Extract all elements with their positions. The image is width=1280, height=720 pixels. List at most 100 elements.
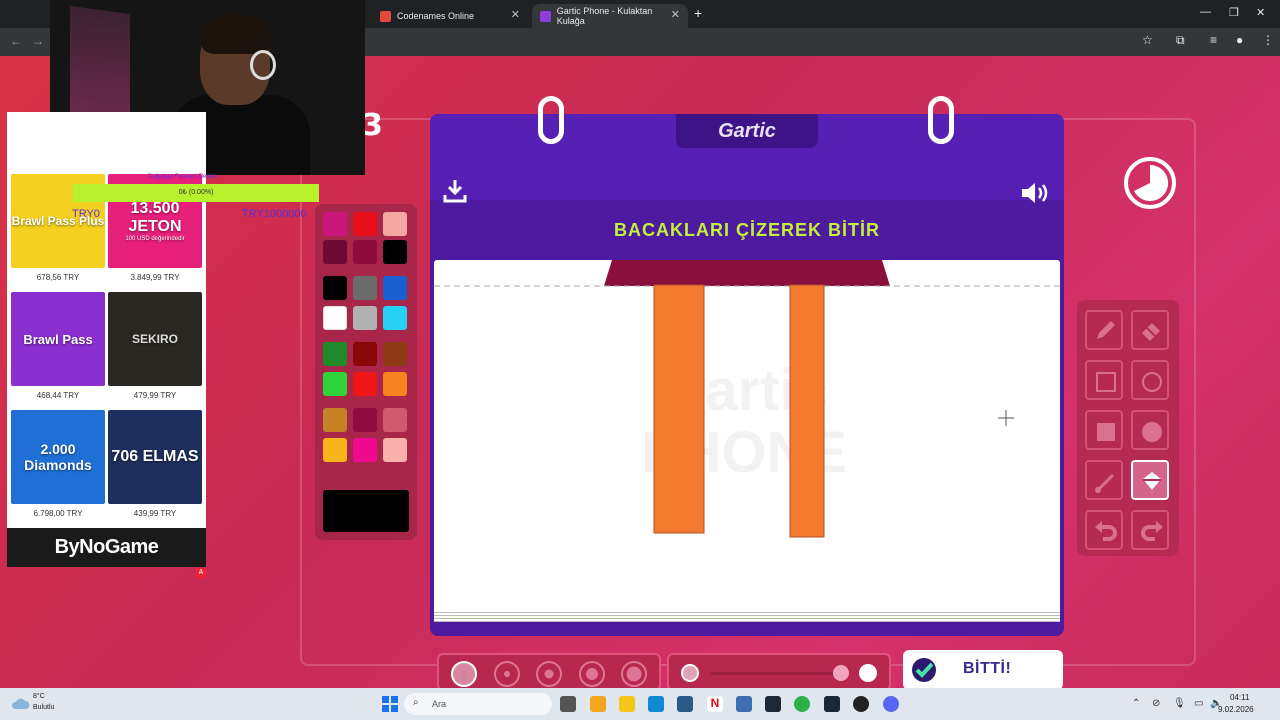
line-tool[interactable] (1085, 460, 1123, 500)
redo-tool[interactable] (1131, 510, 1169, 550)
color-swatch[interactable] (323, 438, 347, 462)
copilot-icon[interactable] (590, 696, 606, 712)
netflix-icon[interactable]: N (707, 696, 723, 712)
color-swatch[interactable] (383, 372, 407, 396)
app-icon[interactable] (736, 696, 752, 712)
ad-panel[interactable]: Brawl Pass Plus 678,56 TRY 13.500 JETON 1… (7, 112, 206, 567)
extensions-icon[interactable]: ⧉ (1176, 33, 1185, 48)
drawing-canvas[interactable]: Gartic PHONE (434, 260, 1060, 620)
weather-desc: Bulutlu (33, 704, 55, 711)
brush-size-4-button[interactable] (578, 661, 605, 687)
tray-display-icon[interactable]: ▭ (1194, 698, 1203, 709)
tab-close-icon[interactable]: ✕ (511, 8, 520, 21)
color-swatch[interactable] (353, 306, 377, 330)
pencil-tool[interactable] (1085, 310, 1123, 350)
ellipse-outline-tool[interactable] (1131, 360, 1169, 400)
brush-size-dot (544, 669, 554, 679)
discord-icon[interactable] (883, 696, 899, 712)
undo-tool[interactable] (1085, 510, 1123, 550)
ad-item[interactable]: Brawl Pass 468,44 TRY (11, 292, 105, 400)
tray-network-icon[interactable]: ⊘ (1152, 698, 1160, 709)
opacity-slider-track[interactable] (711, 672, 841, 675)
ad-item[interactable]: 706 ELMAS 439,99 TRY (108, 410, 202, 518)
color-swatch[interactable] (323, 276, 347, 300)
color-swatch[interactable] (323, 240, 347, 264)
tab-gartic-phone[interactable]: Gartic Phone - Kulaktan Kulağa ✕ (532, 4, 688, 28)
color-swatch[interactable] (323, 306, 347, 330)
color-swatch[interactable] (383, 306, 407, 330)
tool-panel (1077, 300, 1179, 556)
back-icon[interactable]: ← (10, 34, 22, 48)
color-swatch[interactable] (353, 372, 377, 396)
color-swatch[interactable] (353, 408, 377, 432)
opacity-slider-thumb[interactable] (833, 665, 849, 681)
fill-bucket-tool[interactable] (1131, 460, 1169, 500)
color-swatch[interactable] (353, 212, 377, 236)
color-swatch[interactable] (383, 212, 407, 236)
taskbar-search[interactable]: ⌕ Ara (404, 693, 552, 715)
color-swatch[interactable] (353, 240, 377, 264)
edge-icon[interactable] (648, 696, 664, 712)
drawn-right-leg (789, 284, 825, 538)
tab-codenames[interactable]: Codenames Online ✕ (372, 4, 528, 28)
ellipse-fill-tool[interactable] (1131, 410, 1169, 450)
brush-size-5-button[interactable] (621, 661, 647, 687)
windows-start-icon[interactable] (382, 696, 398, 712)
done-button[interactable]: BİTTİ! (903, 650, 1063, 688)
ad-price: 439,99 TRY (133, 509, 177, 518)
donation-progress-text: 0₺ (0.00%) (178, 189, 214, 196)
ad-item[interactable]: SEKIRO 479,99 TRY (108, 292, 202, 400)
browser-menu-icon[interactable]: ⋮ (1262, 33, 1274, 47)
clock-date: 9.02.2026 (1218, 705, 1254, 714)
steam-icon[interactable] (824, 696, 840, 712)
round-number: 3 (362, 108, 383, 143)
obs-icon[interactable] (853, 696, 869, 712)
color-swatch[interactable] (323, 342, 347, 366)
drawing-book: Gartic BACAKLARI ÇİZEREK BİTİR Gartic PH… (430, 96, 1064, 636)
color-swatch[interactable] (353, 342, 377, 366)
color-swatch[interactable] (323, 372, 347, 396)
tray-mic-icon[interactable]: 🎙 (1173, 698, 1186, 709)
store-icon[interactable] (677, 696, 693, 712)
minimize-icon[interactable]: — (1200, 6, 1211, 18)
ad-item[interactable]: 2.000 Diamonds 6.798,00 TRY (11, 410, 105, 518)
ad-price: 3.849,99 TRY (130, 273, 180, 282)
task-view-icon[interactable] (560, 696, 576, 712)
eraser-tool[interactable] (1131, 310, 1169, 350)
sound-icon[interactable] (1020, 180, 1052, 206)
steam-icon[interactable] (765, 696, 781, 712)
color-swatch[interactable] (353, 276, 377, 300)
download-icon[interactable] (442, 178, 468, 204)
color-swatch[interactable] (323, 408, 347, 432)
color-swatch[interactable] (353, 438, 377, 462)
opacity-low-icon (681, 664, 699, 682)
restore-icon[interactable]: ❐ (1229, 6, 1239, 19)
ad-footer-logo[interactable]: ByNoGame (7, 528, 206, 567)
rectangle-outline-tool[interactable] (1085, 360, 1123, 400)
donation-progress-bar: 0₺ (0.00%) (73, 184, 319, 202)
rectangle-fill-tool[interactable] (1085, 410, 1123, 450)
color-swatch[interactable] (383, 276, 407, 300)
bookmark-star-icon[interactable]: ☆ (1142, 33, 1153, 47)
file-explorer-icon[interactable] (619, 696, 635, 712)
chrome-icon[interactable] (794, 696, 810, 712)
ad-image: 706 ELMAS (108, 410, 202, 504)
forward-icon[interactable]: → (32, 34, 44, 48)
color-swatch[interactable] (323, 212, 347, 236)
color-swatch[interactable] (383, 342, 407, 366)
tab-close-icon[interactable]: ✕ (671, 8, 680, 21)
new-tab-icon[interactable]: + (694, 5, 702, 21)
brush-size-1-button[interactable] (451, 661, 477, 687)
color-swatch[interactable] (383, 408, 407, 432)
tray-chevron-icon[interactable]: ⌃ (1132, 698, 1140, 709)
media-icon[interactable]: ≡ (1210, 33, 1217, 47)
gartic-logo: Gartic (676, 114, 818, 148)
close-window-icon[interactable]: ✕ (1256, 6, 1265, 19)
brush-size-3-button[interactable] (536, 661, 562, 687)
color-swatch[interactable] (383, 240, 407, 264)
profile-avatar[interactable]: ● (1236, 33, 1243, 47)
color-swatch[interactable] (383, 438, 407, 462)
brush-size-2-button[interactable] (493, 661, 520, 687)
search-placeholder: Ara (432, 699, 447, 709)
ad-price: 479,99 TRY (133, 391, 177, 400)
